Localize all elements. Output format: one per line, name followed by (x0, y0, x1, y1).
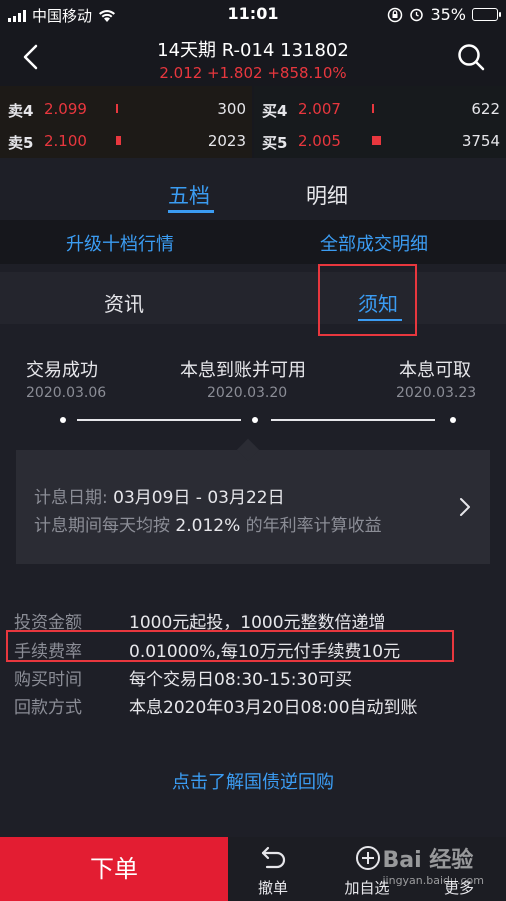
battery-percent: 35% (430, 5, 466, 24)
learn-reverse-repo-link[interactable]: 点击了解国债逆回购 (0, 768, 506, 794)
lock-rotation-icon (388, 7, 403, 22)
sell-volume: 300 (217, 100, 246, 118)
timeline: 交易成功 2020.03.06 本息到账并可用 2020.03.20 本息可取 … (0, 336, 506, 436)
highlight-box (318, 264, 417, 336)
price-change: 2.012 +1.802 +858.10% (159, 64, 347, 82)
step-label: 本息到账并可用 (180, 360, 306, 381)
info-value: 每个交易日08:30-15:30可买 (129, 670, 353, 690)
step-date: 2020.03.23 (396, 385, 477, 401)
tab-five-levels[interactable]: 五档 (168, 180, 210, 210)
status-bar: 中国移动 11:01 35% (0, 0, 506, 30)
status-right: 35% (387, 5, 501, 24)
buy-row-4[interactable]: 买4 2.007 622 (254, 94, 506, 122)
buy-price: 2.007 (298, 100, 341, 118)
cancel-label: 撤单 (257, 879, 288, 897)
volume-bar (116, 136, 121, 145)
buy-volume: 3754 (461, 132, 500, 150)
upgrade-ten-levels-link[interactable]: 升级十档行情 (66, 230, 174, 256)
undo-icon (261, 846, 286, 869)
tab-underline (168, 210, 214, 213)
watermark: Bai 经验 jingyan.baidu.com (382, 842, 484, 887)
step-dot (252, 417, 258, 423)
timeline-line (271, 419, 435, 421)
interest-rate-text: 计息期间每天均按 2.012% 的年利率计算收益 (34, 516, 382, 536)
interest-dates: 计息日期: 03月09日 - 03月22日 (34, 488, 285, 508)
order-book: 卖4 2.099 300 卖5 2.100 2023 买4 2.007 622 … (0, 86, 506, 158)
page-title: 14天期 R-014 131802 (157, 40, 349, 61)
interest-period-card[interactable]: 计息日期: 03月09日 - 03月22日 计息期间每天均按 2.012% 的年… (16, 438, 490, 564)
sell-label: 卖5 (8, 134, 34, 152)
card-pointer (236, 438, 260, 462)
quote-links: 升级十档行情 全部成交明细 (0, 220, 506, 264)
sell-side: 卖4 2.099 300 卖5 2.100 2023 (0, 86, 252, 158)
watermark-brand: Bai 经验 (382, 848, 474, 873)
sell-row-5[interactable]: 卖5 2.100 2023 (0, 126, 252, 154)
buy-label: 买4 (262, 102, 288, 120)
buy-price: 2.005 (298, 132, 341, 150)
main-tabs: 五档 明细 (0, 158, 506, 220)
sell-label: 卖4 (8, 102, 34, 120)
sell-price: 2.099 (44, 100, 87, 118)
alarm-icon (410, 8, 424, 22)
buy-side: 买4 2.007 622 买5 2.005 3754 (254, 86, 506, 158)
watermark-url: jingyan.baidu.com (382, 874, 484, 887)
battery-icon (472, 8, 501, 21)
buy-label: 买5 (262, 134, 288, 152)
step-label: 交易成功 (26, 360, 98, 381)
timeline-line (77, 419, 241, 421)
buy-volume: 622 (471, 100, 500, 118)
step-dot (60, 417, 66, 423)
volume-bar (372, 136, 381, 145)
step-date: 2020.03.06 (26, 385, 107, 401)
info-key: 购买时间 (14, 670, 82, 690)
place-order-button[interactable]: 下单 (0, 837, 228, 901)
tab-details[interactable]: 明细 (306, 180, 348, 210)
step-dot (450, 417, 456, 423)
chevron-right-icon (460, 498, 470, 516)
tab-news[interactable]: 资讯 (104, 288, 144, 317)
volume-bar (372, 104, 374, 113)
cancel-order-button[interactable]: 撤单 (228, 837, 318, 901)
search-icon[interactable] (456, 42, 486, 72)
sell-row-4[interactable]: 卖4 2.099 300 (0, 94, 252, 122)
all-trades-link[interactable]: 全部成交明细 (320, 230, 428, 256)
buy-row-5[interactable]: 买5 2.005 3754 (254, 126, 506, 154)
step-label: 本息可取 (399, 360, 471, 381)
info-value: 本息2020年03月20日08:00自动到账 (129, 698, 418, 718)
highlight-box (6, 630, 454, 662)
sell-price: 2.100 (44, 132, 87, 150)
add-circle-icon (356, 846, 380, 870)
header: 14天期 R-014 131802 2.012 +1.802 +858.10% (0, 30, 506, 86)
sell-volume: 2023 (207, 132, 246, 150)
info-key: 回款方式 (14, 698, 82, 718)
step-date: 2020.03.20 (207, 385, 288, 401)
sub-tabs: 资讯 须知 (0, 272, 506, 324)
volume-bar (116, 104, 118, 113)
